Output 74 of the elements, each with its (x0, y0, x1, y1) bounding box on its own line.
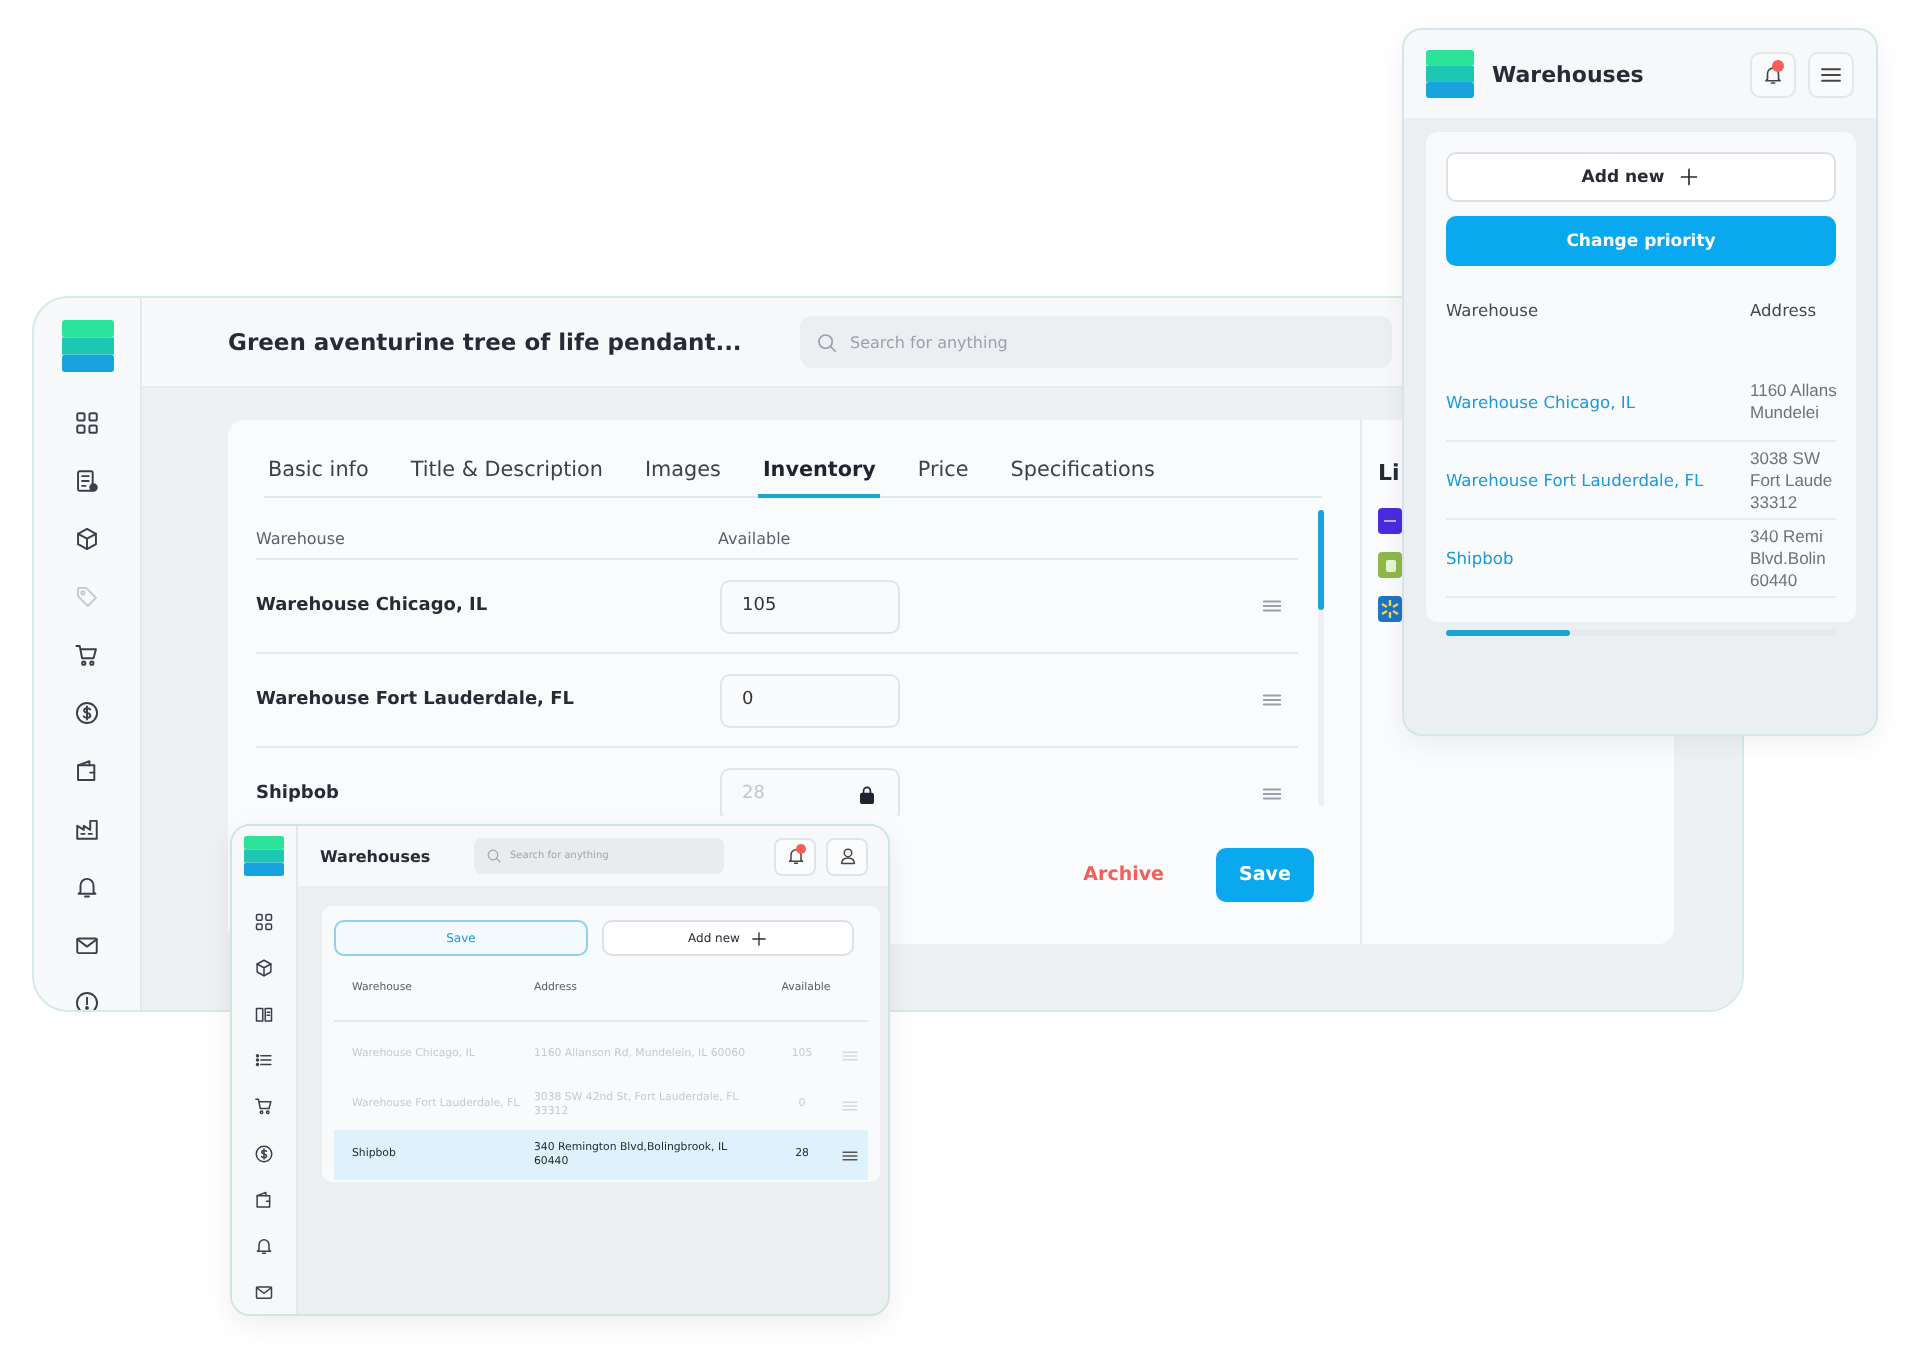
column-header: Address (1750, 300, 1819, 324)
box-icon[interactable] (254, 957, 274, 978)
dashboard-icon[interactable] (74, 410, 100, 436)
product-title: Green aventurine tree of life pendant... (228, 328, 744, 356)
search-field[interactable]: Search for anything (800, 316, 1392, 368)
marketplace-icon (1378, 508, 1402, 534)
warehouse-name: Warehouse Fort Lauderdale, FL (256, 690, 576, 710)
menu-button[interactable] (1808, 51, 1854, 97)
document-icon[interactable] (74, 468, 100, 494)
address-text: 340 Remi (1750, 525, 1825, 547)
search-icon (486, 848, 502, 864)
logo-icon (244, 836, 284, 876)
warehouse-name: Warehouse Chicago, IL (256, 596, 490, 616)
window-title: Warehouses (1492, 61, 1646, 87)
column-header: Warehouse (1446, 300, 1541, 324)
mail-icon[interactable] (74, 932, 100, 958)
tab[interactable]: Specifications (1006, 444, 1159, 498)
wallet-icon[interactable] (74, 758, 100, 784)
address-text: 33312 (1750, 491, 1800, 513)
horizontal-scrollbar[interactable] (1446, 630, 1836, 636)
section-title: Li (1378, 460, 1402, 486)
tab[interactable]: Images (640, 444, 725, 498)
plus-icon (749, 929, 768, 947)
bell-icon[interactable] (254, 1235, 274, 1256)
warehouse-link[interactable]: Warehouse Chicago, IL (1446, 392, 1750, 412)
notification-button[interactable] (1750, 51, 1796, 97)
info-icon[interactable] (74, 990, 100, 1010)
mail-icon[interactable] (254, 1282, 274, 1303)
logo-icon (62, 320, 114, 372)
address-text: 1160 Allans (1750, 380, 1837, 402)
tab[interactable]: Price (913, 444, 973, 498)
add-new-button[interactable]: Add new (1446, 152, 1836, 202)
address-text: Fort Laude (1750, 469, 1835, 491)
dollar-icon[interactable] (74, 700, 100, 726)
address-text: 3038 SW (1750, 447, 1822, 469)
tab[interactable]: Basic info (264, 444, 373, 498)
warehouse-name: Shipbob (256, 784, 341, 804)
cart-icon[interactable] (74, 642, 100, 668)
list-icon[interactable] (254, 1050, 274, 1071)
search-icon (816, 331, 838, 353)
scrollbar[interactable] (1318, 510, 1324, 806)
cart-icon[interactable] (254, 1096, 274, 1117)
bell-icon[interactable] (74, 874, 100, 900)
shop-icon (1378, 552, 1402, 578)
bell-icon (1762, 63, 1784, 85)
address-text: 60440 (1750, 569, 1800, 591)
warehouse-link[interactable]: Warehouse Fort Lauderdale, FL (1446, 470, 1750, 490)
window-title: Warehouses (320, 847, 433, 865)
factory-icon[interactable] (74, 816, 100, 842)
user-icon (837, 846, 857, 866)
address-text: Blvd.Bolin (1750, 547, 1828, 569)
spark-icon (1378, 596, 1402, 622)
tab[interactable]: Inventory (758, 444, 880, 498)
column-header: Warehouse (256, 530, 347, 548)
save-button[interactable]: Save (1216, 848, 1314, 902)
lock-icon (856, 783, 878, 805)
column-header: Available (718, 530, 793, 548)
plus-icon (1678, 166, 1701, 188)
quantity-field[interactable]: 0 (720, 673, 900, 727)
warehouse-link[interactable]: Shipbob (1446, 548, 1750, 568)
dollar-icon[interactable] (254, 1143, 274, 1164)
address-text: Mundelei (1750, 402, 1821, 424)
quantity-field[interactable]: 105 (720, 579, 900, 633)
dashboard-icon[interactable] (254, 911, 274, 932)
profile-button[interactable] (826, 837, 868, 875)
tab[interactable]: Title & Description (406, 444, 607, 498)
book-icon[interactable] (254, 1003, 274, 1024)
bell-icon (785, 846, 805, 866)
logo-icon (1426, 50, 1474, 98)
notification-button[interactable] (774, 837, 816, 875)
wallet-icon[interactable] (254, 1189, 274, 1210)
change-priority-button[interactable]: Change priority (1446, 216, 1836, 266)
archive-button[interactable]: Archive (1071, 852, 1176, 898)
box-icon[interactable] (74, 526, 100, 552)
